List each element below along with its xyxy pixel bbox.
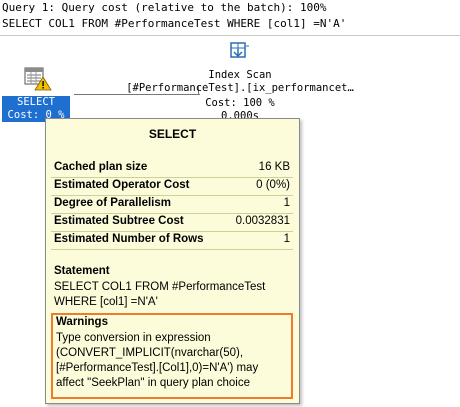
warnings-box: Warnings Type conversion in expression (… — [51, 313, 293, 399]
property-value: 0.0032831 — [235, 215, 290, 227]
property-name: Cached plan size — [54, 161, 148, 173]
warning-text-line: affect "SeekPlan" in query plan choice — [56, 377, 250, 389]
property-value: 16 KB — [258, 161, 290, 173]
property-name: Degree of Parallelism — [54, 197, 171, 209]
property-row: Estimated Operator Cost 0 (0%) — [51, 177, 293, 196]
plan-connector-arrow — [74, 94, 200, 95]
warning-text-line: [#PerformanceTest].[Col1],0)=N'A') may — [56, 362, 259, 374]
property-row: Estimated Subtree Cost 0.0032831 — [51, 213, 293, 232]
statement-heading: Statement — [54, 265, 110, 277]
property-value: 1 — [283, 197, 290, 209]
index-scan-icon[interactable] — [228, 40, 250, 62]
property-row: Degree of Parallelism 1 — [51, 195, 293, 214]
warning-text-line: (CONVERT_IMPLICIT(nvarchar(50), — [56, 347, 244, 359]
statement-text-line: SELECT COL1 FROM #PerformanceTest — [54, 281, 266, 293]
warning-text-line: Type conversion in expression — [56, 332, 211, 344]
property-name: Estimated Number of Rows — [54, 233, 204, 245]
property-name: Estimated Operator Cost — [54, 179, 190, 191]
property-value: 1 — [283, 233, 290, 245]
query-cost-header: Query 1: Query cost (relative to the bat… — [2, 1, 327, 14]
operator-tooltip: SELECT Cached plan size 16 KB Estimated … — [45, 118, 300, 404]
select-warning-icon[interactable] — [24, 67, 52, 91]
index-scan-title: Index Scan — [208, 69, 272, 81]
property-name: Estimated Subtree Cost — [54, 215, 184, 227]
property-value: 0 (0%) — [256, 179, 290, 191]
index-scan-cost: Cost: 100 % — [205, 97, 275, 109]
property-row: Cached plan size 16 KB — [51, 159, 293, 178]
index-scan-object: [#PerformanceTest].[ix_performancet… — [126, 82, 354, 94]
tooltip-title: SELECT — [148, 127, 197, 141]
select-node-title: SELECT — [17, 96, 55, 108]
warnings-heading: Warnings — [56, 316, 108, 328]
query-sql-text: SELECT COL1 FROM #PerformanceTest WHERE … — [2, 17, 347, 30]
header-divider — [0, 35, 460, 36]
property-row: Estimated Number of Rows 1 — [51, 231, 293, 250]
statement-text-line: WHERE [col1] =N'A' — [54, 296, 158, 308]
